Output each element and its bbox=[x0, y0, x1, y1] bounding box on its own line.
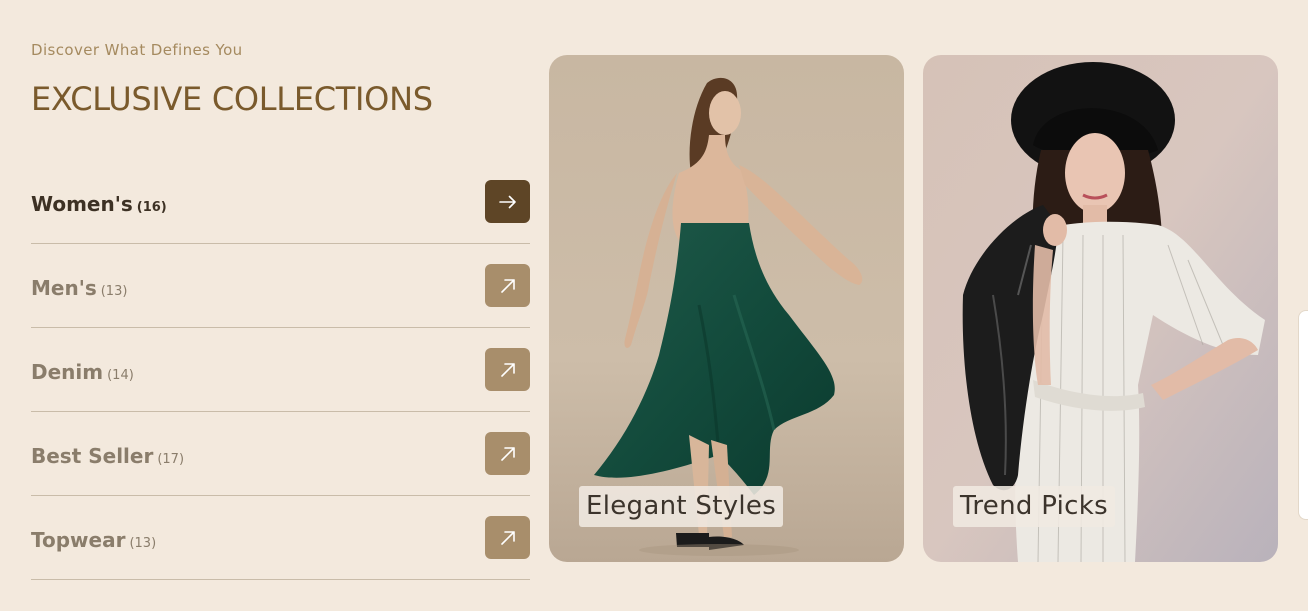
category-count: (14) bbox=[107, 368, 134, 383]
category-item-denim[interactable]: Denim (14) bbox=[31, 328, 530, 412]
category-count: (13) bbox=[100, 284, 128, 299]
card-label[interactable]: Trend Picks bbox=[953, 486, 1115, 527]
section-title: EXCLUSIVE COLLECTIONS bbox=[31, 80, 433, 118]
arrow-up-right-icon bbox=[500, 278, 515, 293]
category-item-topwear[interactable]: Topwear (13) bbox=[31, 496, 530, 580]
category-text[interactable]: Men's (13) bbox=[31, 276, 127, 300]
arrow-right-icon bbox=[498, 195, 516, 208]
category-text[interactable]: Best Seller (17) bbox=[31, 444, 184, 468]
category-list: Women's (16) Men's (13) Denim (14) Best … bbox=[31, 160, 530, 580]
category-text[interactable]: Topwear (13) bbox=[31, 528, 156, 552]
collection-card-elegant-styles[interactable]: Elegant Styles bbox=[549, 55, 904, 562]
category-label: Best Seller bbox=[31, 444, 154, 468]
page: Discover What Defines You EXCLUSIVE COLL… bbox=[0, 0, 1308, 611]
arrow-up-right-icon bbox=[500, 362, 515, 377]
category-label: Denim bbox=[31, 360, 104, 384]
category-count: (16) bbox=[136, 200, 167, 215]
section-eyebrow: Discover What Defines You bbox=[31, 41, 243, 59]
arrow-up-right-icon bbox=[500, 530, 515, 545]
card-label[interactable]: Elegant Styles bbox=[579, 486, 784, 527]
category-item-best-seller[interactable]: Best Seller (17) bbox=[31, 412, 530, 496]
category-count: (17) bbox=[157, 452, 185, 467]
category-label: Topwear bbox=[31, 528, 126, 552]
category-arrow-button[interactable] bbox=[485, 264, 530, 307]
category-arrow-button[interactable] bbox=[485, 432, 530, 475]
category-text[interactable]: Denim (14) bbox=[31, 360, 134, 384]
category-arrow-button[interactable] bbox=[485, 516, 530, 559]
category-arrow-button[interactable] bbox=[485, 348, 530, 391]
arrow-up-right-icon bbox=[500, 446, 515, 461]
category-label: Women's bbox=[31, 192, 133, 216]
category-item-mens[interactable]: Men's (13) bbox=[31, 244, 530, 328]
category-label: Men's bbox=[31, 276, 97, 300]
category-count: (13) bbox=[129, 536, 157, 551]
category-text[interactable]: Women's (16) bbox=[31, 192, 167, 216]
category-item-womens[interactable]: Women's (16) bbox=[31, 160, 530, 244]
collection-card-trend-picks[interactable]: Trend Picks bbox=[923, 55, 1278, 562]
side-panel-tab[interactable] bbox=[1298, 310, 1308, 520]
category-arrow-button[interactable] bbox=[485, 180, 530, 223]
